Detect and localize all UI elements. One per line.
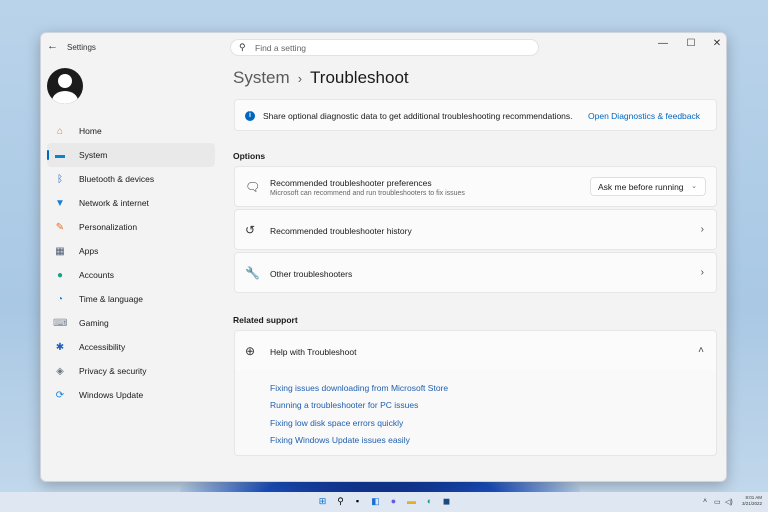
bluetooth-icon: ᛒ (57, 173, 63, 185)
close-button[interactable]: ✕ (707, 38, 726, 49)
system-icon: ▬ (55, 149, 65, 161)
store-icon[interactable]: ◼ (441, 496, 452, 507)
sidebar: ⌂ Home ▬ System ᛒ Bluetooth & devices ▼ Network… (47, 119, 215, 407)
sidebar-item-time-language[interactable]: ◔ Time & language (47, 287, 215, 311)
info-icon: i (245, 111, 255, 121)
sidebar-item-label: Personalization (79, 222, 138, 232)
home-icon: ⌂ (56, 125, 64, 137)
row-subtitle: Microsoft can recommend and run troubles… (270, 190, 465, 197)
open-diagnostics-link[interactable]: Open Diagnostics & feedback (588, 111, 700, 121)
troubleshooter-preferences-row: 🗨 Recommended troubleshooter preferences… (234, 166, 717, 207)
task-view-icon[interactable]: ▪ (352, 496, 363, 507)
chevron-up-icon: ˄ (698, 345, 704, 356)
sidebar-item-label: System (79, 150, 108, 160)
sidebar-item-windows-update[interactable]: ⟳ Windows Update (47, 383, 215, 407)
sidebar-item-label: Apps (79, 246, 99, 256)
clock[interactable]: 8:01 AM 3/21/2022 (742, 495, 762, 507)
help-link[interactable]: Running a troubleshooter for PC issues (270, 400, 418, 410)
other-troubleshooters-row[interactable]: 🔧 Other troubleshooters › (234, 252, 717, 293)
help-link[interactable]: Fixing low disk space errors quickly (270, 418, 403, 428)
page-title: Troubleshoot (310, 68, 409, 87)
breadcrumb: System › Troubleshoot (233, 68, 409, 88)
accessibility-icon: ✱ (55, 341, 65, 353)
sidebar-item-accounts[interactable]: ● Accounts (47, 263, 215, 287)
help-with-troubleshoot-header[interactable]: ⊕ Help with Troubleshoot ˄ (234, 330, 717, 371)
avatar[interactable] (47, 68, 83, 104)
window-title: Settings (67, 43, 96, 52)
row-title: Recommended troubleshooter history (270, 226, 412, 236)
update-icon: ⟳ (55, 389, 65, 401)
sidebar-item-accessibility[interactable]: ✱ Accessibility (47, 335, 215, 359)
search-icon[interactable]: ⚲ (335, 496, 346, 507)
globe-icon: ⊕ (245, 344, 256, 358)
chevron-right-icon: › (700, 224, 704, 235)
sidebar-item-label: Privacy & security (79, 366, 147, 376)
taskbar: ⊞ ⚲ ▪ ◧ ● ▬ ◐ ◼ ˄ ▭ ◁) 8:01 AM 3/21/2022 (0, 492, 768, 512)
sidebar-item-label: Home (79, 126, 102, 136)
sidebar-item-system[interactable]: ▬ System (47, 143, 215, 167)
volume-icon[interactable]: ◁) (725, 498, 733, 506)
sidebar-item-label: Windows Update (79, 390, 144, 400)
globe-clock-icon: ◔ (56, 293, 64, 305)
help-link[interactable]: Fixing Windows Update issues easily (270, 435, 410, 445)
sidebar-item-personalization[interactable]: ✎ Personalization (47, 215, 215, 239)
chat-icon[interactable]: ● (388, 496, 399, 507)
wifi-icon: ▼ (55, 197, 65, 209)
sidebar-item-apps[interactable]: ▦ Apps (47, 239, 215, 263)
sidebar-item-label: Bluetooth & devices (79, 174, 155, 184)
sidebar-item-label: Network & internet (79, 198, 149, 208)
breadcrumb-system[interactable]: System (233, 68, 290, 87)
row-title: Other troubleshooters (270, 269, 353, 279)
search-placeholder: Find a setting (255, 43, 307, 53)
search-input[interactable]: ⚲ Find a setting (230, 39, 539, 56)
help-links: Fixing issues downloading from Microsoft… (234, 370, 717, 456)
shield-icon: ◈ (56, 365, 64, 377)
gamepad-icon: ⌨ (53, 317, 68, 329)
minimize-button[interactable]: — (653, 38, 673, 49)
chevron-down-icon: ⌄ (691, 183, 697, 190)
help-link[interactable]: Fixing issues downloading from Microsoft… (270, 383, 448, 393)
search-icon: ⚲ (239, 42, 246, 52)
tray-chevron-icon[interactable]: ˄ (703, 498, 707, 505)
sidebar-item-home[interactable]: ⌂ Home (47, 119, 215, 143)
sidebar-item-gaming[interactable]: ⌨ Gaming (47, 311, 215, 335)
file-explorer-icon[interactable]: ▬ (406, 496, 417, 507)
options-heading: Options (233, 151, 266, 161)
wrench-icon: 🔧 (245, 266, 260, 280)
sidebar-item-label: Accounts (79, 270, 114, 280)
settings-window: ← Settings ⚲ Find a setting — ☐ ✕ ⌂ Home ▬ S… (40, 32, 727, 482)
chat-icon: 🗨 (245, 180, 261, 194)
related-support-heading: Related support (233, 315, 298, 325)
apps-icon: ▦ (55, 245, 65, 257)
troubleshooter-preference-dropdown[interactable]: Ask me before running ⌄ (590, 177, 706, 196)
sidebar-item-label: Gaming (79, 318, 109, 328)
row-title: Help with Troubleshoot (270, 347, 357, 357)
diagnostics-info-bar: i Share optional diagnostic data to get … (234, 99, 717, 131)
title-bar: ← Settings ⚲ Find a setting — ☐ ✕ (41, 33, 726, 61)
network-icon[interactable]: ▭ (714, 498, 721, 506)
accounts-icon: ● (56, 269, 64, 281)
history-icon: ↺ (245, 223, 256, 237)
back-button[interactable]: ← (47, 40, 58, 52)
dropdown-value: Ask me before running (598, 182, 684, 192)
sidebar-item-label: Accessibility (79, 342, 126, 352)
sidebar-item-network-internet[interactable]: ▼ Network & internet (47, 191, 215, 215)
widgets-icon[interactable]: ◧ (370, 496, 381, 507)
sidebar-item-label: Time & language (79, 294, 143, 304)
maximize-button[interactable]: ☐ (681, 38, 701, 49)
breadcrumb-separator: › (297, 71, 303, 86)
brush-icon: ✎ (55, 221, 65, 233)
chevron-right-icon: › (700, 267, 704, 278)
info-text: Share optional diagnostic data to get ad… (263, 111, 573, 121)
troubleshooter-history-row[interactable]: ↺ Recommended troubleshooter history › (234, 209, 717, 250)
start-icon[interactable]: ⊞ (317, 496, 328, 507)
row-title: Recommended troubleshooter preferences (270, 178, 432, 188)
sidebar-item-bluetooth-devices[interactable]: ᛒ Bluetooth & devices (47, 167, 215, 191)
clock-date: 3/21/2022 (741, 501, 762, 506)
edge-icon[interactable]: ◐ (424, 496, 435, 507)
sidebar-item-privacy-security[interactable]: ◈ Privacy & security (47, 359, 215, 383)
